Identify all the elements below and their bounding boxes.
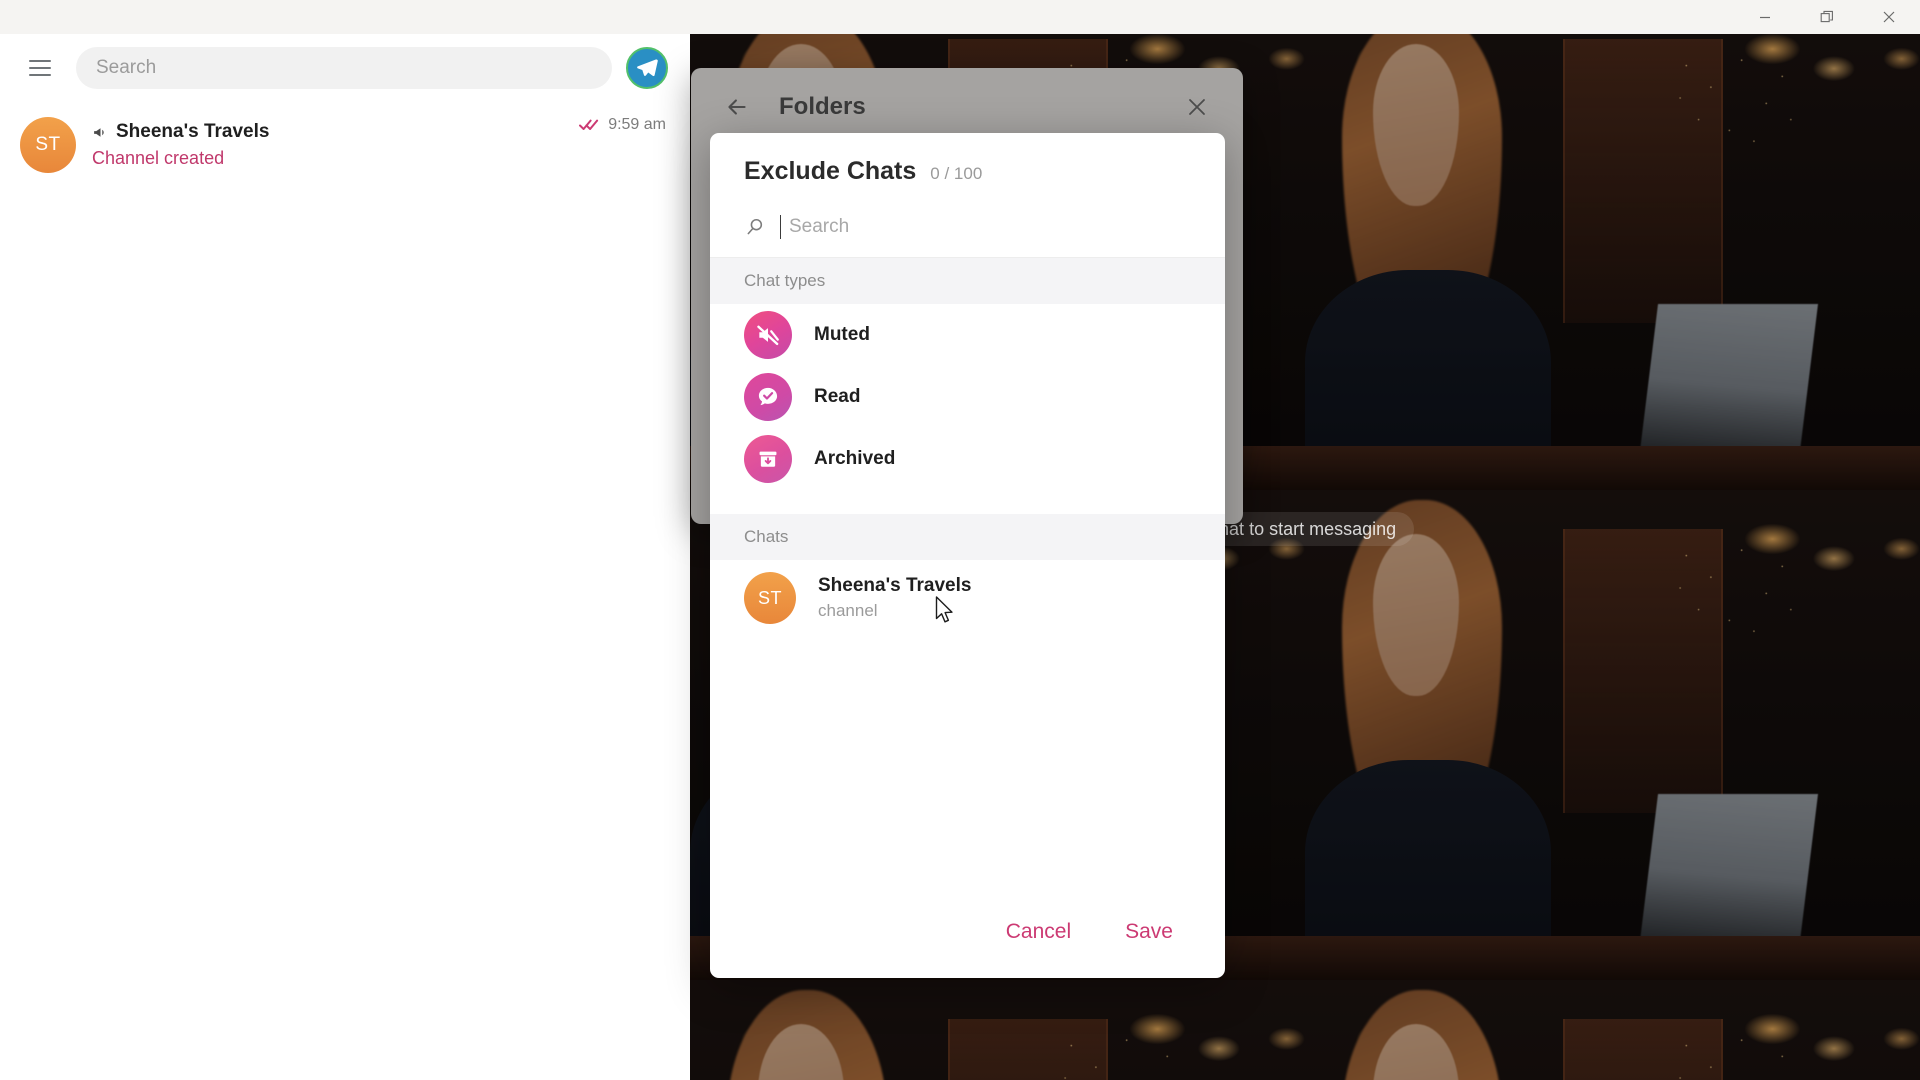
modal-header: Exclude Chats 0 / 100 xyxy=(710,133,1225,186)
chat-list-sidebar: Search ST Sheena's Travels xyxy=(0,0,690,1080)
wallpaper-tile xyxy=(1305,490,1920,980)
minimize-icon[interactable] xyxy=(1734,0,1796,34)
avatar-initials: ST xyxy=(35,134,60,156)
wallpaper-tile xyxy=(1305,980,1920,1080)
save-button[interactable]: Save xyxy=(1107,910,1191,954)
chat-title: Sheena's Travels xyxy=(116,121,269,143)
section-header-label: Chats xyxy=(744,527,788,547)
avatar-initials: ST xyxy=(758,588,782,609)
chat-type-label: Archived xyxy=(814,448,895,470)
modal-body: Chat types Muted xyxy=(710,258,1225,886)
selection-counter: 0 / 100 xyxy=(930,164,982,184)
back-arrow-icon[interactable] xyxy=(717,87,757,127)
archive-box-icon xyxy=(744,435,792,483)
avatar: ST xyxy=(744,572,796,624)
chat-type-label: Muted xyxy=(814,324,870,346)
close-icon[interactable] xyxy=(1858,0,1920,34)
chat-timestamp: 9:59 am xyxy=(608,116,666,134)
section-header-chats: Chats xyxy=(710,514,1225,560)
search-input[interactable]: Search xyxy=(76,47,612,89)
section-header-chat-types: Chat types xyxy=(710,258,1225,304)
chat-option-content: Sheena's Travels channel xyxy=(818,575,971,621)
wallpaper-tile xyxy=(1305,0,1920,490)
hamburger-menu-icon[interactable] xyxy=(18,46,62,90)
modal-search-input[interactable]: Search xyxy=(710,196,1225,258)
megaphone-icon xyxy=(92,124,109,141)
modal-title: Exclude Chats xyxy=(744,157,916,186)
chat-type-option-archived[interactable]: Archived xyxy=(710,428,1225,490)
avatar: ST xyxy=(20,117,76,173)
cancel-button[interactable]: Cancel xyxy=(988,910,1089,954)
close-icon[interactable] xyxy=(1177,87,1217,127)
section-header-label: Chat types xyxy=(744,271,825,291)
chat-option-title: Sheena's Travels xyxy=(818,575,971,597)
chat-title-line: Sheena's Travels xyxy=(92,121,563,143)
text-caret xyxy=(780,215,781,239)
chat-option-sheenas-travels[interactable]: ST Sheena's Travels channel xyxy=(710,560,1225,636)
modal-search-placeholder: Search xyxy=(789,216,849,238)
chat-type-option-read[interactable]: Read xyxy=(710,366,1225,428)
wallpaper-tile xyxy=(690,980,1305,1080)
double-check-icon xyxy=(579,118,601,132)
chat-list-item-content: Sheena's Travels Channel created xyxy=(92,121,563,169)
search-placeholder: Search xyxy=(96,57,156,79)
chat-type-label: Read xyxy=(814,386,860,408)
chat-meta: 9:59 am xyxy=(579,116,666,134)
modal-footer: Cancel Save xyxy=(710,886,1225,978)
telegram-desktop-window: Select a chat to start messaging Search … xyxy=(0,0,1920,1080)
restore-icon[interactable] xyxy=(1796,0,1858,34)
exclude-chats-modal: Exclude Chats 0 / 100 Search Chat types xyxy=(710,133,1225,978)
window-titlebar xyxy=(0,0,1920,34)
search-icon xyxy=(744,216,766,238)
read-check-bubble-icon xyxy=(744,373,792,421)
chat-type-option-muted[interactable]: Muted xyxy=(710,304,1225,366)
chat-list-item[interactable]: ST Sheena's Travels Channel created xyxy=(0,102,690,188)
chat-subtitle: Channel created xyxy=(92,148,563,169)
folders-title: Folders xyxy=(779,93,1155,121)
chat-option-subtitle: channel xyxy=(818,601,971,621)
sidebar-search-row: Search xyxy=(0,34,690,102)
muted-speaker-icon xyxy=(744,311,792,359)
telegram-logo-icon[interactable] xyxy=(626,47,668,89)
